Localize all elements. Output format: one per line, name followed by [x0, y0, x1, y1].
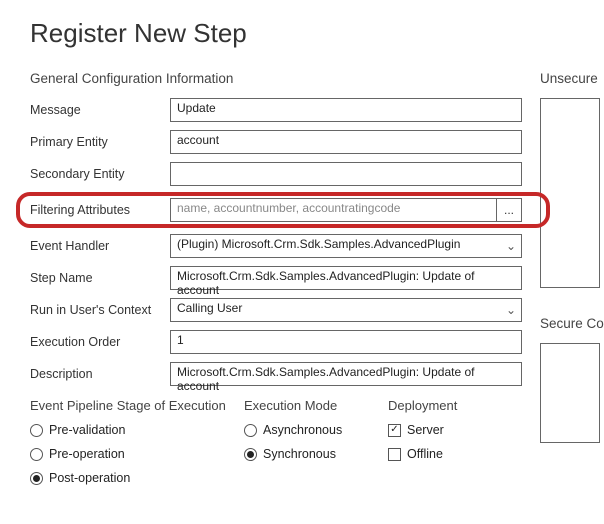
radio-post-operation[interactable]: Post-operation — [30, 471, 230, 485]
checkbox-label: Server — [407, 423, 444, 437]
radio-label: Synchronous — [263, 447, 336, 461]
secure-config-heading: Secure Co — [540, 316, 600, 331]
message-label: Message — [30, 103, 170, 117]
radio-icon — [244, 424, 257, 437]
checkbox-offline[interactable]: Offline — [388, 447, 498, 461]
filtering-attributes-input[interactable]: name, accountnumber, accountratingcode — [170, 198, 497, 222]
primary-entity-input[interactable]: account — [170, 130, 522, 154]
filtering-attributes-browse-button[interactable]: ... — [496, 198, 522, 222]
unsecure-config-textarea[interactable] — [540, 98, 600, 288]
run-context-label: Run in User's Context — [30, 303, 170, 317]
radio-icon — [244, 448, 257, 461]
radio-pre-operation[interactable]: Pre-operation — [30, 447, 230, 461]
radio-label: Pre-validation — [49, 423, 125, 437]
radio-pre-validation[interactable]: Pre-validation — [30, 423, 230, 437]
radio-synchronous[interactable]: Synchronous — [244, 447, 374, 461]
secondary-entity-input[interactable] — [170, 162, 522, 186]
description-label: Description — [30, 367, 170, 381]
step-name-input[interactable]: Microsoft.Crm.Sdk.Samples.AdvancedPlugin… — [170, 266, 522, 290]
deployment-heading: Deployment — [388, 398, 498, 413]
radio-icon — [30, 472, 43, 485]
page-title: Register New Step — [30, 18, 604, 49]
radio-label: Post-operation — [49, 471, 130, 485]
checkbox-server[interactable]: Server — [388, 423, 498, 437]
checkbox-label: Offline — [407, 447, 443, 461]
checkbox-icon — [388, 448, 401, 461]
unsecure-config-heading: Unsecure — [540, 71, 600, 86]
event-handler-label: Event Handler — [30, 239, 170, 253]
run-context-select[interactable]: Calling User — [170, 298, 522, 322]
secure-config-textarea[interactable] — [540, 343, 600, 443]
secondary-entity-label: Secondary Entity — [30, 167, 170, 181]
pipeline-stage-heading: Event Pipeline Stage of Execution — [30, 398, 230, 413]
radio-label: Asynchronous — [263, 423, 342, 437]
execution-order-input[interactable]: 1 — [170, 330, 522, 354]
radio-icon — [30, 448, 43, 461]
general-config-heading: General Configuration Information — [30, 71, 522, 86]
execution-mode-heading: Execution Mode — [244, 398, 374, 413]
filtering-attributes-label: Filtering Attributes — [30, 203, 170, 217]
primary-entity-label: Primary Entity — [30, 135, 170, 149]
step-name-label: Step Name — [30, 271, 170, 285]
event-handler-select[interactable]: (Plugin) Microsoft.Crm.Sdk.Samples.Advan… — [170, 234, 522, 258]
radio-icon — [30, 424, 43, 437]
execution-order-label: Execution Order — [30, 335, 170, 349]
radio-label: Pre-operation — [49, 447, 125, 461]
description-input[interactable]: Microsoft.Crm.Sdk.Samples.AdvancedPlugin… — [170, 362, 522, 386]
message-input[interactable]: Update — [170, 98, 522, 122]
radio-asynchronous[interactable]: Asynchronous — [244, 423, 374, 437]
checkbox-icon — [388, 424, 401, 437]
